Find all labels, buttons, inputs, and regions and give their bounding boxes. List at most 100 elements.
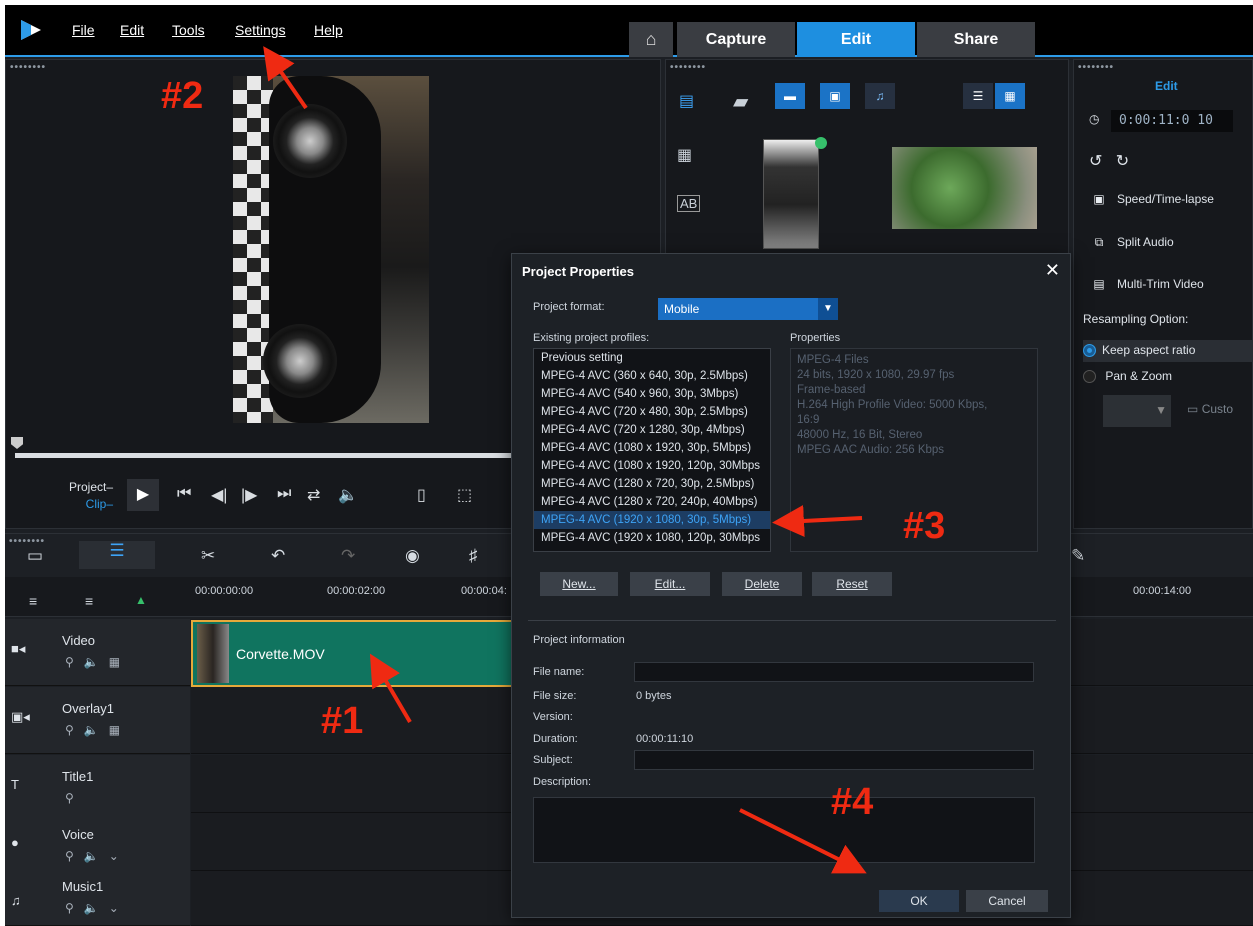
profile-item[interactable]: MPEG-4 AVC (1920 x 1080, 120p, 30Mbps (534, 529, 770, 547)
storyboard-view-icon[interactable]: ▭ (27, 546, 43, 566)
speed-timelapse-button[interactable]: ▣ Speed/Time-lapse (1089, 192, 1214, 206)
menu-edit[interactable]: Edit (120, 22, 144, 38)
tab-share[interactable]: Share (917, 22, 1035, 57)
home-start-icon[interactable]: ⏮ (177, 485, 191, 503)
ok-button[interactable]: OK (879, 890, 959, 912)
profile-item[interactable]: MPEG-4 AVC (1280 x 720, 240p, 40Mbps) (534, 493, 770, 511)
chapter-icon[interactable]: ≡ (85, 593, 93, 609)
title-icon[interactable]: AB (677, 195, 701, 212)
panel-grip[interactable]: •••••••• (1078, 62, 1114, 73)
menu-file[interactable]: File (72, 22, 95, 38)
show-photo-button[interactable]: ▣ (820, 83, 850, 109)
tab-edit[interactable]: Edit (797, 22, 915, 57)
video-clip[interactable]: Corvette.MOV (191, 620, 521, 687)
thumbnail-view-button[interactable]: ▦ (995, 83, 1025, 109)
duration-timecode[interactable]: 0:00:11:0 10 (1111, 110, 1233, 132)
edit-profile-button[interactable]: Edit... (630, 572, 710, 596)
list-view-button[interactable]: ☰ (963, 83, 993, 109)
auto-music-icon[interactable]: ✎ (1071, 546, 1085, 566)
panel-grip[interactable]: •••••••• (670, 62, 706, 73)
track-controls[interactable]: ⚲🔈⌄ (65, 849, 129, 863)
preview-wheel-top (273, 104, 347, 178)
record-capture-icon[interactable]: ◉ (405, 546, 420, 566)
clip-mode-label[interactable]: Clip– (69, 496, 113, 513)
timeline-view-icon[interactable]: ☰ (79, 541, 155, 569)
menu-help[interactable]: Help (314, 22, 343, 38)
annotation-3: #3 (903, 505, 946, 547)
delete-profile-button[interactable]: Delete (722, 572, 802, 596)
profile-item[interactable]: MPEG-4 AVC (1280 x 720, 30p, 2.5Mbps) (534, 475, 770, 493)
track-controls[interactable]: ⚲ (65, 791, 84, 805)
voice-track-icon: ● (11, 835, 19, 850)
project-format-label: Project format: (533, 301, 605, 313)
file-name-field[interactable] (634, 662, 1034, 682)
profile-item[interactable]: Previous setting (534, 349, 770, 367)
project-clip-toggle[interactable]: Project– Clip– (69, 479, 113, 513)
profile-item[interactable]: MPEG-4 AVC (720 x 480, 30p, 2.5Mbps) (534, 403, 770, 421)
snapshot-icon[interactable]: ⬚ (457, 485, 472, 505)
pan-zoom-radio[interactable]: Pan & Zoom (1083, 369, 1172, 384)
device-icon[interactable]: ▯ (417, 485, 426, 505)
cancel-button[interactable]: Cancel (966, 890, 1048, 912)
split-audio-button[interactable]: ⧉ Split Audio (1089, 235, 1174, 250)
scrubber-bar[interactable] (15, 453, 511, 458)
customize-button[interactable]: ▭ Custo (1187, 402, 1233, 416)
track-header-voice[interactable]: ● Voice ⚲🔈⌄ (5, 813, 190, 880)
menu-settings[interactable]: Settings (235, 22, 286, 38)
project-mode-label[interactable]: Project– (69, 479, 113, 496)
next-frame-icon[interactable]: |▶ (241, 485, 257, 505)
repeat-icon[interactable]: ⇄ (307, 485, 320, 505)
profile-item-selected[interactable]: MPEG-4 AVC (1920 x 1080, 30p, 5Mbps) (534, 511, 770, 529)
subject-field[interactable] (634, 750, 1034, 770)
show-video-button[interactable]: ▬ (775, 83, 805, 109)
rotate-left-icon[interactable]: ↺ (1089, 153, 1102, 170)
track-controls[interactable]: ⚲🔈⌄ (65, 901, 129, 915)
new-profile-button[interactable]: New... (540, 572, 618, 596)
track-header-video[interactable]: ■◂ Video ⚲🔈▦ (5, 619, 190, 686)
profile-item[interactable]: MPEG-4 AVC (1080 x 1920, 120p, 30Mbps (534, 457, 770, 475)
multi-trim-button[interactable]: ▤ Multi-Trim Video (1089, 277, 1203, 291)
track-header-music[interactable]: ♫ Music1 ⚲🔈⌄ (5, 871, 190, 926)
profile-item[interactable]: MPEG-4 AVC (540 x 960, 30p, 3Mbps) (534, 385, 770, 403)
home-tab[interactable]: ⌂ (629, 22, 673, 57)
app-window: File Edit Tools Settings Help ⌂ Capture … (5, 5, 1253, 926)
reset-profile-button[interactable]: Reset (812, 572, 892, 596)
show-audio-button[interactable]: ♫ (865, 83, 895, 109)
track-controls[interactable]: ⚲🔈▦ (65, 655, 130, 669)
chapter-marker-icon[interactable]: ▲ (135, 593, 147, 607)
pan-zoom-preset-select[interactable]: ▼ (1103, 395, 1171, 427)
profile-item[interactable]: MPEG-4 AVC (720 x 1280, 30p, 4Mbps) (534, 421, 770, 439)
keep-aspect-radio[interactable]: Keep aspect ratio (1083, 340, 1253, 362)
panel-grip[interactable]: •••••••• (10, 62, 46, 73)
add-folder-icon[interactable]: ▰ (733, 89, 748, 114)
profile-item[interactable]: MPEG-4 AVC (1080 x 1920, 30p, 5Mbps) (534, 439, 770, 457)
profile-item[interactable]: MPEG-4 AVC (360 x 640, 30p, 2.5Mbps) (534, 367, 770, 385)
customize-icon: ▭ (1187, 402, 1199, 416)
library-thumb-corvette[interactable] (763, 139, 819, 249)
track-header-overlay[interactable]: ▣◂ Overlay1 ⚲🔈▦ (5, 687, 190, 754)
rotate-icons[interactable]: ↺ ↻ (1089, 151, 1129, 171)
prev-frame-icon[interactable]: ◀| (211, 485, 227, 505)
sound-mixer-icon[interactable]: ♯ (469, 546, 478, 566)
library-thumb-plant[interactable] (892, 147, 1037, 229)
end-icon[interactable]: ⏭ (277, 485, 291, 503)
close-icon[interactable]: ✕ (1045, 260, 1060, 281)
track-name: Video (62, 633, 96, 648)
photo-filter-icon: ▣ (829, 89, 841, 103)
instant-project-icon[interactable]: ▦ (677, 145, 692, 165)
profile-list[interactable]: Previous setting MPEG-4 AVC (360 x 640, … (533, 348, 771, 552)
menu-tools[interactable]: Tools (172, 22, 205, 38)
toolbar-tools-icon[interactable]: ✂ (201, 546, 215, 566)
project-format-select[interactable]: Mobile ▼ (658, 298, 838, 320)
undo-icon[interactable]: ↶ (271, 546, 285, 566)
description-field[interactable] (533, 797, 1035, 863)
track-header-title[interactable]: T Title1 ⚲ (5, 755, 190, 822)
redo-icon[interactable]: ↷ (341, 546, 355, 566)
volume-icon[interactable]: 🔈 (338, 485, 358, 505)
media-library-icon[interactable]: ▤ (679, 91, 694, 111)
tab-capture[interactable]: Capture (677, 22, 795, 57)
rotate-right-icon[interactable]: ↻ (1116, 153, 1129, 170)
play-button[interactable]: ▶ (127, 479, 159, 511)
track-manager-icon[interactable]: ≡ (29, 593, 37, 609)
track-controls[interactable]: ⚲🔈▦ (65, 723, 130, 737)
